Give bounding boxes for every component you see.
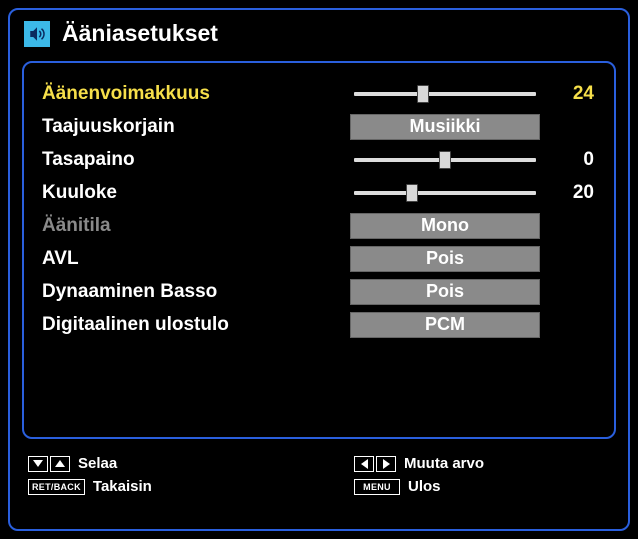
footer-hint-label: Ulos [408,478,441,495]
menu-key-icon: MENU [354,479,400,495]
select-value: PCM [350,312,540,338]
setting-label: Digitaalinen ulostulo [42,314,342,336]
slider-thumb[interactable] [439,151,451,169]
select-control[interactable]: Pois [350,246,540,271]
select-value: Pois [350,246,540,272]
settings-dialog: Ääniasetukset Äänenvoimakkuus 24 Taajuusko… [8,8,630,531]
arrow-right-icon [376,456,396,472]
setting-value: 24 [548,83,594,105]
select-control[interactable]: Musiikki [350,114,540,139]
select-control[interactable]: PCM [350,312,540,337]
setting-label: Tasapaino [42,149,342,171]
slider[interactable] [350,147,540,172]
slider-thumb[interactable] [417,85,429,103]
select-control[interactable]: Mono [350,213,540,238]
dialog-header: Ääniasetukset [10,10,628,61]
footer-hint: RET/BACK Takaisin [28,478,314,495]
arrow-down-icon [28,456,48,472]
setting-row[interactable]: Tasapaino 0 [42,143,596,176]
dialog-title: Ääniasetukset [62,20,218,47]
footer-hint: Selaa [28,455,314,472]
settings-panel: Äänenvoimakkuus24TaajuuskorjainMusiikkiT… [22,61,616,439]
setting-label: Dynaaminen Basso [42,281,342,303]
setting-row[interactable]: Taajuuskorjain Musiikki [42,110,596,143]
slider-track [354,92,536,96]
slider[interactable] [350,180,540,205]
key-group [28,456,70,472]
setting-row[interactable]: Digitaalinen ulostulo PCM [42,308,596,341]
footer-hint: Muuta arvo [354,455,484,472]
setting-row[interactable]: Äänitila Mono [42,209,596,242]
arrow-up-icon [50,456,70,472]
setting-label: Äänenvoimakkuus [42,83,342,105]
setting-row[interactable]: AVL Pois [42,242,596,275]
select-control[interactable]: Pois [350,279,540,304]
setting-row[interactable]: Dynaaminen Basso Pois [42,275,596,308]
setting-value: 20 [548,182,594,204]
footer-hint-label: Muuta arvo [404,455,484,472]
select-value: Musiikki [350,114,540,140]
footer-hint-label: Takaisin [93,478,152,495]
select-value: Mono [350,213,540,239]
key-group [354,456,396,472]
setting-label: Taajuuskorjain [42,116,342,138]
slider[interactable] [350,81,540,106]
arrow-left-icon [354,456,374,472]
sound-settings-icon [24,21,50,47]
setting-value: 0 [548,149,594,171]
setting-row[interactable]: Kuuloke 20 [42,176,596,209]
setting-label: Kuuloke [42,182,342,204]
footer-hint: MENU Ulos [354,478,484,495]
footer-hints: Selaa RET/BACK Takaisin Muuta arvoMENU Ulos [10,449,628,503]
slider-track [354,191,536,195]
ret-back-key-icon: RET/BACK [28,479,85,495]
setting-label: AVL [42,248,342,270]
footer-hint-label: Selaa [78,455,117,472]
setting-row[interactable]: Äänenvoimakkuus 24 [42,77,596,110]
select-value: Pois [350,279,540,305]
key-group: MENU [354,479,400,495]
slider-thumb[interactable] [406,184,418,202]
setting-label: Äänitila [42,215,342,237]
key-group: RET/BACK [28,479,85,495]
